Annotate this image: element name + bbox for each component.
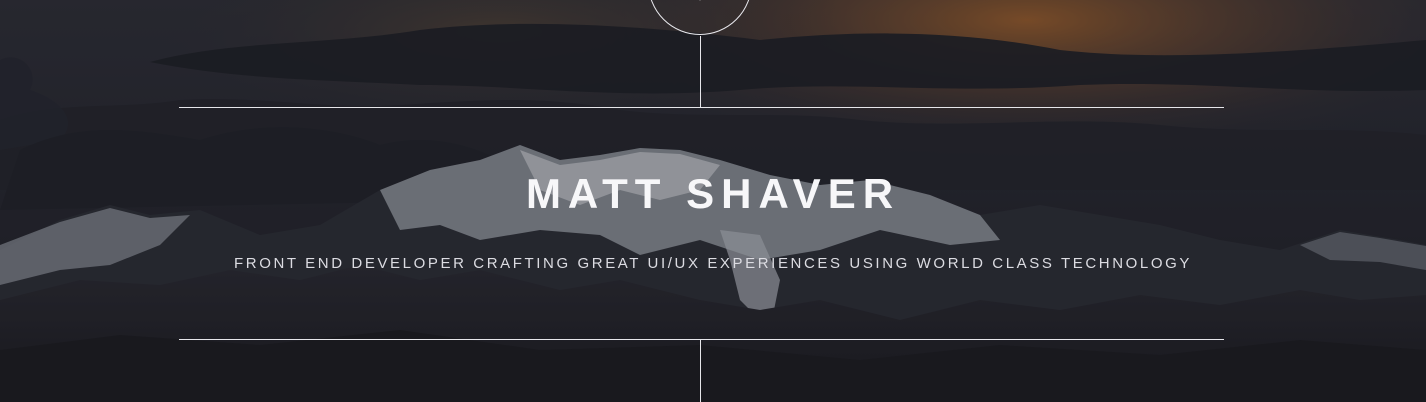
vertical-divider-top bbox=[700, 36, 701, 108]
horizontal-divider-top bbox=[179, 107, 1224, 108]
hero-tagline: FRONT END DEVELOPER CRAFTING GREAT UI/UX… bbox=[234, 255, 1192, 272]
hero-name: MATT SHAVER bbox=[525, 170, 901, 217]
horizontal-divider-bottom bbox=[179, 339, 1224, 340]
vertical-divider-bottom bbox=[700, 339, 701, 402]
hero-section: MATT SHAVER FRONT END DEVELOPER CRAFTING… bbox=[0, 0, 1426, 402]
chevron-down-icon bbox=[699, 0, 701, 1]
